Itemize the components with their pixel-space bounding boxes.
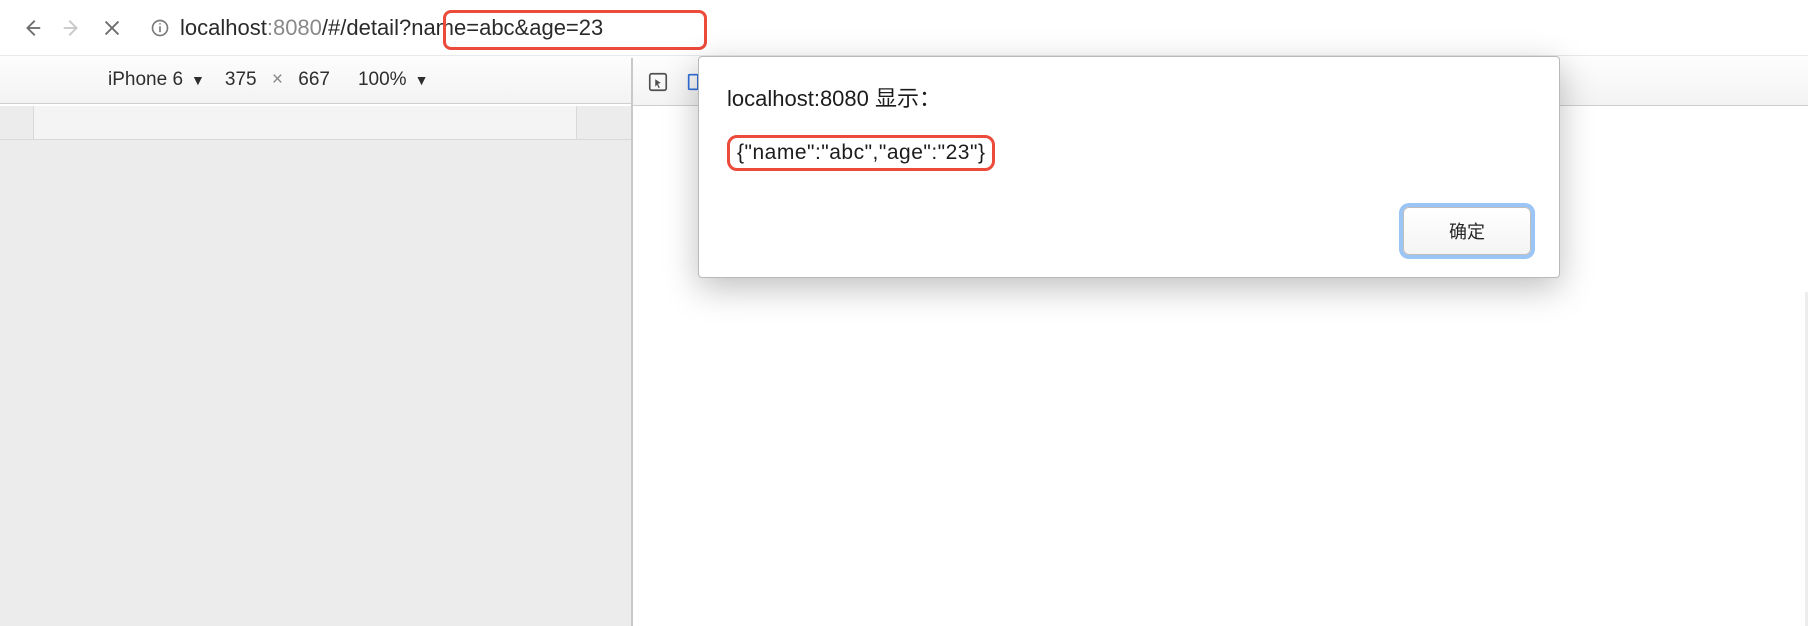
inspect-icon[interactable] <box>647 71 669 93</box>
device-dimensions: 375 × 667 <box>225 69 330 91</box>
arrow-left-icon <box>21 17 43 39</box>
page-viewport <box>0 106 631 626</box>
device-width[interactable]: 375 <box>225 69 257 90</box>
back-button[interactable] <box>12 8 52 48</box>
ruler-row <box>0 106 631 140</box>
url-port: :8080 <box>267 15 322 41</box>
stop-reload-button[interactable] <box>92 8 132 48</box>
times-icon: × <box>272 69 283 90</box>
browser-toolbar: localhost:8080/#/detail?name=abc&age=23 <box>0 0 1808 56</box>
panel-divider[interactable] <box>631 58 633 626</box>
device-select[interactable]: iPhone 6 ▼ <box>108 69 205 91</box>
dialog-message: {"name":"abc","age":"23"} <box>727 135 995 171</box>
url-path: /#/detail? <box>322 15 411 41</box>
url-host: localhost <box>180 15 267 41</box>
site-info-icon[interactable] <box>150 18 170 38</box>
chevron-down-icon: ▼ <box>191 72 205 88</box>
url-query: name=abc&age=23 <box>411 15 603 41</box>
arrow-right-icon <box>61 17 83 39</box>
device-height[interactable]: 667 <box>298 69 330 90</box>
forward-button[interactable] <box>52 8 92 48</box>
dialog-title: localhost:8080 显示： <box>727 81 1531 113</box>
alert-dialog: localhost:8080 显示： {"name":"abc","age":"… <box>698 56 1560 278</box>
device-name: iPhone 6 <box>108 69 183 91</box>
zoom-select[interactable]: 100% ▼ <box>358 69 428 91</box>
address-bar[interactable]: localhost:8080/#/detail?name=abc&age=23 <box>180 15 603 41</box>
close-icon <box>101 17 123 39</box>
ok-button[interactable]: 确定 <box>1403 207 1531 255</box>
chevron-down-icon: ▼ <box>415 72 429 88</box>
zoom-value: 100% <box>358 69 407 91</box>
